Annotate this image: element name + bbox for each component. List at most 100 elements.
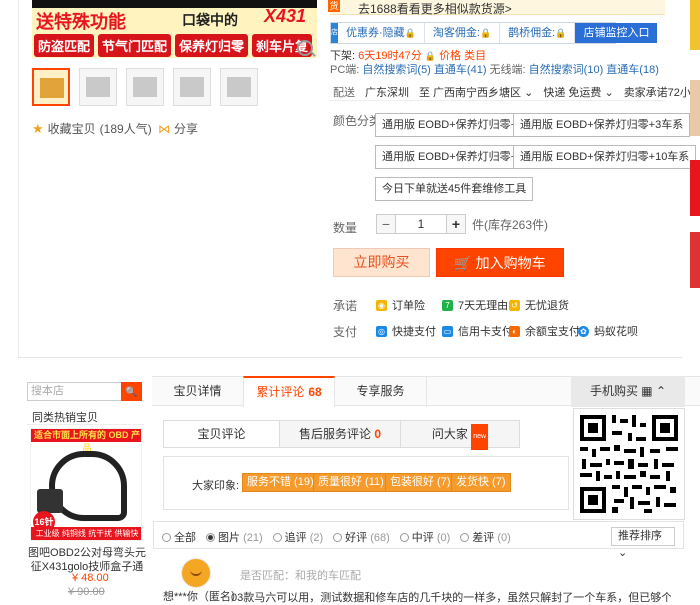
shop-search-input[interactable]: 搜本店	[27, 382, 122, 401]
thumbnail-1[interactable]	[32, 68, 70, 106]
credit-card-icon: ▭	[442, 325, 453, 337]
delivery-row: 配送 广东深圳 至 广西南宁西乡塘区 ⌄ 快递 免运费 ⌄ 卖家承诺72小时内发…	[333, 84, 700, 100]
quantity-decrease-button[interactable]: −	[376, 214, 396, 234]
color-options-label: 颜色分类	[333, 114, 382, 128]
impression-tag[interactable]: 质量很好 (11)	[313, 473, 389, 492]
thumbnail-5[interactable]	[220, 68, 258, 106]
thumbnail-3[interactable]	[126, 68, 164, 106]
review-text: 03款马六可以用，测试数据和修车店的几千块的一样多，虽然只解封了一个车系，但已够…	[231, 592, 671, 604]
stock-text: 件(库存263件)	[472, 217, 549, 232]
new-badge: new	[471, 424, 489, 450]
favorite-button[interactable]: ★ 收藏宝贝 (189人气)	[32, 120, 152, 137]
promise-worry-free-return[interactable]: ↺ 无忧退货	[509, 297, 569, 313]
filter-positive[interactable]: 好评 (68)	[333, 529, 390, 545]
payment-label: 支付	[333, 325, 358, 339]
filter-followup[interactable]: 追评 (2)	[272, 529, 323, 545]
quantity-input[interactable]: 1	[396, 214, 446, 234]
impression-tag[interactable]: 服务不错 (19)	[242, 473, 319, 492]
hot-items-title: 同类热销宝贝	[32, 412, 98, 424]
share-icon: ⋈	[158, 121, 170, 136]
pc-natural-link[interactable]: 自然搜索词(5)	[362, 64, 430, 76]
image-slogan: 送特殊功能	[36, 12, 126, 32]
impression-tag[interactable]: 发货快 (7)	[451, 473, 511, 492]
filter-negative[interactable]: 差评 (0)	[460, 529, 511, 545]
reviewer-avatar	[181, 558, 211, 588]
delivery-from: 广东深圳	[365, 87, 409, 99]
sku-option[interactable]: 今日下单就送45件套维修工具	[375, 177, 534, 201]
quantity-increase-button[interactable]: +	[446, 214, 466, 234]
filter-images[interactable]: 图片 (21)	[206, 529, 263, 545]
filter-all[interactable]: 全部	[162, 529, 196, 545]
zoom-icon[interactable]	[297, 40, 313, 56]
pay-huabei[interactable]: ✿ 蚂蚁花呗	[578, 323, 638, 339]
divider	[330, 100, 665, 101]
promise-order-insurance[interactable]: ◉ 订单险	[376, 297, 425, 313]
keyword-info-line: PC端: 自然搜索词(5) 直通车(41) 无线端: 自然搜索词(10) 直通车…	[330, 61, 659, 77]
seven-day-icon: 7	[442, 299, 453, 311]
search-icon: 🔍	[125, 387, 138, 398]
plug-graphic	[37, 489, 63, 513]
radio-icon	[272, 533, 282, 542]
tab-services[interactable]: 专享服务	[335, 376, 427, 407]
image-pill: 节气门匹配	[98, 34, 172, 57]
hot-item-title[interactable]: 图吧OBD2公对母弯头元征X431golo技师盒子通用obd延	[28, 546, 146, 574]
subtab-item-reviews[interactable]: 宝贝评论	[164, 421, 280, 447]
supplier-icon: 货	[328, 0, 340, 12]
review-filter-radios: 全部 图片 (21) 追评 (2) 好评 (68) 中评 (0) 差评 (0)	[162, 529, 511, 545]
tool-commission[interactable]: 淘客佣金:🔒	[425, 23, 501, 43]
delivery-destination-select[interactable]: 至 广西南宁西乡塘区 ⌄	[419, 84, 533, 100]
image-feature-pills: 防盗匹配 节气门匹配 保养灯归零 刹车片复	[34, 34, 313, 57]
star-icon: ★	[32, 120, 44, 136]
review-subtabs: 宝贝评论 售后服务评论 0 问大家 new	[163, 420, 520, 450]
pay-credit-card[interactable]: ▭ 信用卡支付	[442, 323, 513, 339]
delivery-label: 配送	[333, 87, 355, 99]
wireless-natural-link[interactable]: 自然搜索词(10)	[529, 64, 604, 76]
add-to-cart-button[interactable]: 🛒 加入购物车	[436, 248, 564, 277]
share-button[interactable]: ⋈ 分享	[158, 120, 198, 137]
radio-icon	[333, 533, 343, 542]
lock-icon: 🔒	[555, 28, 567, 38]
search-button[interactable]: 🔍	[121, 382, 142, 401]
divider	[18, 0, 19, 357]
pay-yuebao[interactable]: ◐ 余额宝支付	[509, 323, 580, 339]
pc-label: PC端:	[330, 64, 360, 76]
thumbnail-2[interactable]	[79, 68, 117, 106]
subtab-aftersale-reviews[interactable]: 售后服务评论 0	[280, 421, 401, 447]
mobile-buy-toggle[interactable]: 手机购买 ▦ ⌃	[571, 376, 685, 407]
sku-option[interactable]: 通用版 EOBD+保养灯归零+10车系	[513, 145, 697, 169]
lock-icon: 🔒	[479, 28, 492, 38]
pc-direct-link[interactable]: 直通车(41)	[434, 64, 487, 76]
radio-selected-icon	[206, 533, 215, 542]
wireless-direct-link[interactable]: 直通车(18)	[606, 64, 659, 76]
tab-reviews[interactable]: 累计评论 68	[243, 376, 335, 407]
delivery-method-select[interactable]: 快递 免运费 ⌄	[543, 84, 613, 100]
ad-header: 适合市面上所有的 OBD 产品	[31, 429, 141, 453]
quantity-label: 数量	[333, 221, 358, 235]
subtab-ask-everyone[interactable]: 问大家 new	[401, 421, 519, 450]
qr-code-graphic	[574, 409, 684, 519]
hot-item-image[interactable]: 适合市面上所有的 OBD 产品 16针 工业级 纯铜线 抗干扰 供输快	[30, 428, 142, 541]
tool-bridge-commission[interactable]: 鹊桥佣金:🔒	[500, 23, 576, 43]
supplier-banner[interactable]: 货 去1688看看更多相似款货源>	[328, 0, 665, 17]
main-product-image[interactable]: 送特殊功能 口袋中的 X431 防盗匹配 节气门匹配 保养灯归零 刹车片复	[32, 0, 317, 58]
insurance-icon: ◉	[376, 299, 387, 311]
impression-tag[interactable]: 包装很好 (7)	[385, 473, 456, 492]
buy-now-button[interactable]: 立即购买	[333, 248, 430, 277]
hot-item-price: ¥ 48.00	[72, 572, 109, 584]
review-count: 68	[308, 385, 322, 399]
filter-neutral[interactable]: 中评 (0)	[399, 529, 450, 545]
shop-insight-icon: 店透视	[331, 23, 338, 76]
tool-coupon[interactable]: 优惠券·隐藏🔒	[338, 23, 425, 43]
sku-option[interactable]: 通用版 EOBD+保养灯归零+3车系	[513, 113, 691, 137]
supplier-link[interactable]: 去1688看看更多相似款货源>	[358, 0, 512, 17]
ad-footer: 工业级 纯铜线 抗干扰 供输快	[31, 527, 141, 540]
right-edge-strip	[684, 0, 700, 300]
yuebao-icon: ◐	[509, 325, 520, 337]
pay-quick[interactable]: ◎ 快捷支付	[376, 323, 436, 339]
sort-select[interactable]: 推荐排序 ⌄	[611, 527, 675, 559]
thumbnail-4[interactable]	[173, 68, 211, 106]
promise-7day-return[interactable]: 7 7天无理由	[442, 297, 508, 313]
shop-monitor-button[interactable]: 店铺监控入口	[575, 23, 658, 43]
thumbnail-strip	[32, 68, 258, 106]
tab-item-details[interactable]: 宝贝详情	[152, 376, 243, 407]
